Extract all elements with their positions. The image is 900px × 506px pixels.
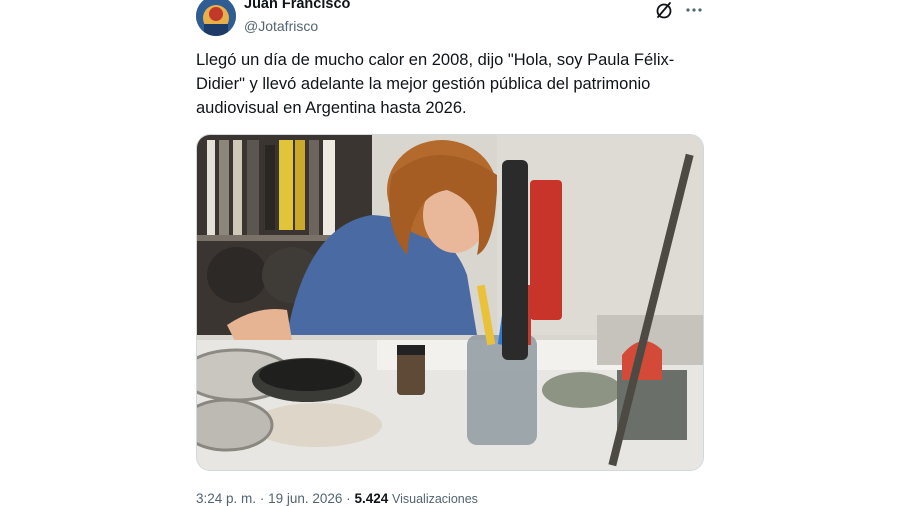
avatar[interactable] [196,0,236,36]
meta-separator: · [259,491,265,506]
slash-circle-icon [656,2,672,19]
views-count: 5.424 [354,491,389,506]
photo-woman-with-film-reels [197,135,703,470]
tweet-date[interactable]: 19 jun. 2026 [268,491,342,506]
author-display-name[interactable]: Juan Francisco [244,0,350,13]
tweet-photo[interactable] [196,134,704,471]
more-options-button[interactable] [684,0,704,20]
tweet-text: Llegó un día de mucho calor en 2008, dij… [196,51,675,117]
grok-button[interactable] [654,0,674,20]
author-block: Juan Francisco @Jotafrisco [244,0,350,35]
profile-avatar-icon [196,0,236,36]
tweet-top-actions [654,0,704,20]
meta-separator: · [346,491,351,506]
author-handle[interactable]: @Jotafrisco [244,17,350,35]
views-label: Visualizaciones [392,492,478,506]
more-horizontal-icon [686,8,702,12]
tweet-time[interactable]: 3:24 p. m. [196,491,256,506]
tweet-meta: 3:24 p. m. · 19 jun. 2026 · 5.424 Visual… [196,491,478,506]
